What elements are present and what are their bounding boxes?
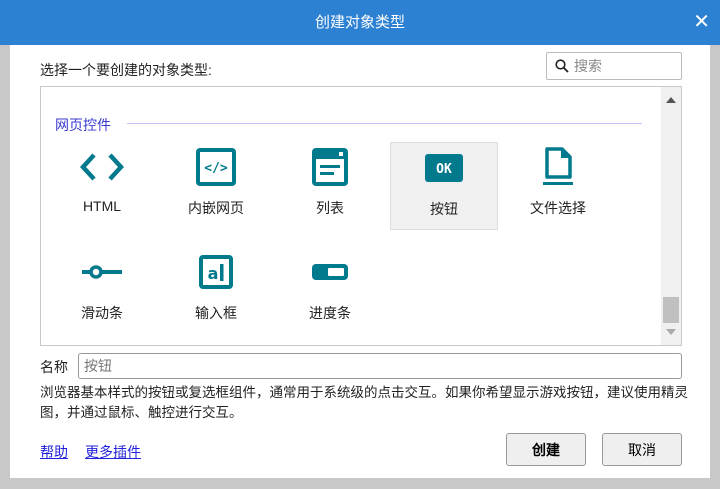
object-type-progress[interactable]: 进度条	[276, 247, 384, 335]
object-type-button[interactable]: OK 按钮	[390, 142, 498, 230]
search-placeholder: 搜索	[574, 58, 602, 74]
item-label: 列表	[316, 200, 344, 216]
description-text: 浏览器基本样式的按钮或复选框组件，通常用于系统级的点击交互。如果你希望显示游戏按…	[40, 385, 688, 420]
slider-icon	[82, 265, 122, 279]
search-icon	[555, 59, 569, 73]
iframe-icon: </>	[196, 148, 236, 186]
cancel-button[interactable]: 取消	[602, 433, 682, 466]
close-icon[interactable]: ✕	[693, 0, 710, 45]
help-link[interactable]: 帮助	[40, 442, 68, 462]
name-input[interactable]	[78, 353, 682, 379]
scroll-up-icon[interactable]	[666, 97, 676, 103]
item-label: 文件选择	[530, 200, 586, 216]
scrollbar-thumb[interactable]	[663, 297, 679, 323]
item-label: 输入框	[195, 305, 237, 321]
dialog-title-bar: 创建对象类型 ✕	[0, 0, 720, 45]
html-code-icon	[80, 153, 124, 181]
item-label: 按钮	[430, 201, 458, 217]
list-scrollbar[interactable]	[661, 87, 681, 345]
object-type-list-item[interactable]: 列表	[276, 142, 384, 230]
svg-text:OK: OK	[436, 162, 452, 177]
text-input-icon: a	[199, 255, 233, 289]
object-type-iframe[interactable]: </> 内嵌网页	[162, 142, 270, 230]
item-label: 内嵌网页	[188, 200, 244, 216]
object-type-slider[interactable]: 滑动条	[48, 247, 156, 335]
svg-text:</>: </>	[204, 161, 228, 176]
object-type-file[interactable]: 文件选择	[504, 142, 612, 230]
object-type-html[interactable]: HTML	[48, 142, 156, 230]
item-label: 滑动条	[81, 305, 123, 321]
create-button[interactable]: 创建	[506, 433, 586, 466]
dialog-title: 创建对象类型	[314, 14, 405, 31]
svg-text:a: a	[208, 264, 219, 283]
item-label: HTML	[82, 198, 122, 214]
ok-button-icon: OK	[425, 154, 463, 182]
scroll-down-icon[interactable]	[666, 329, 676, 335]
search-input[interactable]: 搜索	[546, 52, 682, 80]
progress-bar-icon	[312, 264, 348, 280]
more-plugins-link[interactable]: 更多插件	[85, 442, 141, 462]
object-type-list: 网页控件 HTML </> 内嵌网页 列表 OK 按钮 文件选择 滑动条 a 输…	[40, 86, 682, 346]
category-divider	[127, 123, 642, 124]
object-type-text-input[interactable]: a 输入框	[162, 247, 270, 335]
category-label: 网页控件	[55, 117, 111, 133]
file-icon	[543, 147, 573, 185]
item-label: 进度条	[309, 305, 351, 321]
prompt-label: 选择一个要创建的对象类型:	[40, 62, 212, 78]
list-icon	[312, 148, 348, 186]
name-label: 名称	[40, 359, 68, 375]
